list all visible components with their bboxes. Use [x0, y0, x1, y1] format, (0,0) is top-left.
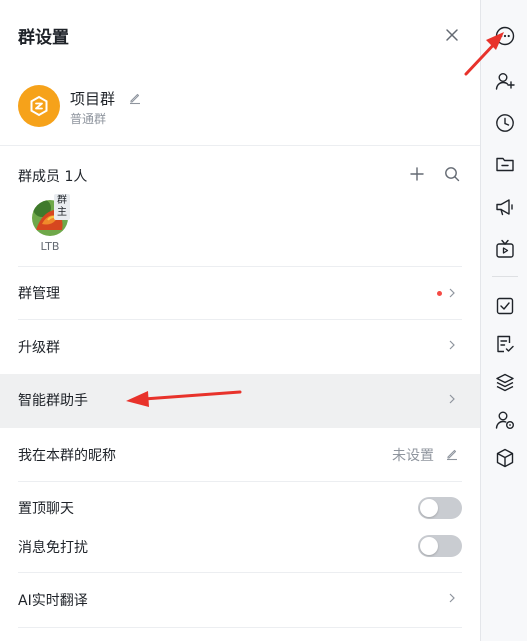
edit-icon — [447, 449, 457, 461]
ai-translate-label: AI实时翻译 — [18, 593, 88, 609]
edit-name-icon[interactable] — [128, 91, 142, 105]
member-settings-icon[interactable] — [494, 409, 516, 431]
divider — [18, 572, 462, 573]
bottom-divider-row — [0, 627, 480, 628]
pin-chat-label: 置顶聊天 — [18, 501, 74, 517]
owner-badge: 群主 — [54, 194, 70, 220]
more-chat-icon[interactable] — [494, 25, 516, 47]
member-item[interactable]: 群主 LTB — [30, 194, 70, 254]
checklist-icon[interactable] — [494, 333, 516, 355]
nickname-row[interactable]: 我在本群的昵称 未设置 — [0, 428, 480, 481]
group-logo-icon — [30, 95, 48, 117]
search-icon[interactable] — [443, 165, 461, 183]
pin-chat-toggle[interactable] — [418, 497, 462, 519]
member-name: LTB — [40, 240, 60, 253]
smart-assistant-label: 智能群助手 — [18, 393, 88, 409]
upgrade-group-row[interactable]: 升级群 — [0, 319, 480, 374]
group-settings-panel: 群设置 项目群 普通群 群成员 1人 群主 LTB 群管理 升级群 智能群助手 … — [0, 0, 480, 641]
notification-dot — [437, 291, 442, 296]
divider — [18, 627, 462, 628]
toggle-knob — [420, 537, 438, 555]
group-name: 项目群 — [70, 90, 116, 108]
add-member-icon[interactable] — [494, 70, 516, 92]
right-toolbar — [480, 0, 527, 641]
group-info: 项目群 普通群 — [0, 70, 480, 146]
divider — [18, 481, 462, 482]
group-management-label: 群管理 — [18, 286, 60, 302]
divider — [18, 266, 462, 267]
close-icon[interactable] — [441, 24, 463, 46]
panel-header: 群设置 — [0, 0, 480, 70]
smart-assistant-row[interactable]: 智能群助手 — [0, 374, 480, 428]
layers-icon[interactable] — [494, 371, 516, 393]
upgrade-group-label: 升级群 — [18, 340, 60, 356]
mute-label: 消息免打扰 — [18, 540, 88, 556]
mute-toggle[interactable] — [418, 535, 462, 557]
chat-toggles-section: 置顶聊天 消息免打扰 — [0, 481, 480, 572]
chevron-right-icon — [449, 593, 455, 603]
group-management-row[interactable]: 群管理 — [0, 266, 480, 319]
chevron-right-icon — [449, 394, 455, 404]
ai-translate-row[interactable]: AI实时翻译 — [0, 572, 480, 627]
page-title: 群设置 — [18, 28, 69, 48]
nickname-label: 我在本群的昵称 — [18, 448, 116, 464]
add-member-icon[interactable] — [408, 165, 426, 183]
divider — [18, 319, 462, 320]
toggle-knob — [420, 499, 438, 517]
members-section: 群成员 1人 群主 LTB — [0, 146, 480, 266]
members-count-label: 群成员 1人 — [18, 169, 88, 185]
live-tv-icon[interactable] — [494, 238, 516, 260]
group-type: 普通群 — [70, 112, 107, 126]
package-icon[interactable] — [494, 447, 516, 469]
folder-icon[interactable] — [494, 153, 516, 175]
group-avatar[interactable] — [18, 85, 60, 127]
nickname-value: 未设置 — [392, 448, 434, 464]
history-icon[interactable] — [494, 112, 516, 134]
toolbar-divider — [492, 276, 518, 277]
announcement-icon[interactable] — [494, 196, 516, 218]
chevron-right-icon — [449, 340, 455, 350]
chevron-right-icon — [449, 288, 455, 298]
task-icon[interactable] — [494, 295, 516, 317]
